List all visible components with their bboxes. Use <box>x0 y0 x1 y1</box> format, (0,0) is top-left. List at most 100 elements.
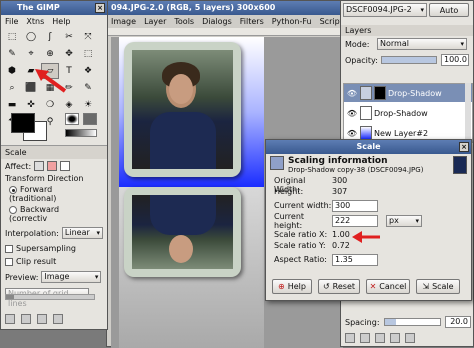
move-icon[interactable]: ⬚ <box>79 46 97 62</box>
clip-checkbox[interactable]: Clip result <box>1 255 107 268</box>
interpolation-label: Interpolation: <box>5 228 59 238</box>
current-height-value: 222 <box>335 215 351 225</box>
save-options-icon[interactable] <box>5 314 15 324</box>
clone-icon[interactable]: ◈ <box>60 97 78 113</box>
layer-thumbnail <box>360 126 372 140</box>
menu-xtns[interactable]: Xtns <box>26 17 44 26</box>
affect-label: Affect: <box>5 161 32 171</box>
current-height-label: Current height: <box>274 211 305 230</box>
delete-options-icon[interactable] <box>37 314 47 324</box>
layers-tab[interactable]: Layers <box>341 25 473 36</box>
gradient-preview[interactable] <box>65 129 97 137</box>
close-icon[interactable]: × <box>459 142 469 152</box>
reset-button[interactable]: ↺ Reset <box>318 279 360 294</box>
menu-image[interactable]: Image <box>111 17 136 26</box>
perspective-icon[interactable]: ❖ <box>79 63 97 79</box>
spacing-slider[interactable] <box>383 318 441 326</box>
layers-list: 👁 Drop-Shadow 👁 Drop-Shadow 👁 New Layer#… <box>343 83 473 143</box>
color-picker-icon[interactable]: ⌖ <box>22 46 40 62</box>
image-window-titlebar[interactable]: 094.JPG-2.0 (RGB, 5 layers) 300x600 <box>107 1 341 15</box>
current-height-input[interactable]: 222 <box>332 214 378 227</box>
close-icon[interactable]: × <box>95 3 105 13</box>
rect-select-icon[interactable]: ⬚ <box>3 29 21 45</box>
free-select-icon[interactable]: ʃ <box>41 29 59 45</box>
scale-button[interactable]: ⇲ Scale <box>416 279 460 294</box>
spacing-input[interactable]: 20.0 <box>445 316 471 328</box>
refresh-brush-icon[interactable] <box>405 333 415 343</box>
scrollbar[interactable] <box>465 83 471 143</box>
horizontal-ruler[interactable] <box>107 28 343 36</box>
brush-pattern-gradient[interactable] <box>65 113 101 141</box>
mode-label: Mode: <box>345 39 370 49</box>
paintbrush-icon[interactable]: ✎ <box>79 80 97 96</box>
menu-file[interactable]: File <box>5 17 18 26</box>
brush-preview[interactable] <box>65 113 79 125</box>
options-footer-icons <box>5 314 63 324</box>
layer-row[interactable]: 👁 Drop-Shadow <box>344 104 472 122</box>
menu-layer[interactable]: Layer <box>144 17 166 26</box>
supersampling-label: Supersampling <box>16 244 76 253</box>
affect-selection-icon[interactable] <box>47 161 58 171</box>
smudge-icon[interactable]: ☀ <box>79 97 97 113</box>
opacity-slider[interactable] <box>381 56 437 64</box>
zoom-icon[interactable]: ⊕ <box>41 46 59 62</box>
edit-brush-icon[interactable] <box>345 333 355 343</box>
image-selector[interactable]: DSCF0094.JPG-2 ▾ <box>343 3 427 17</box>
layer-name: New Layer#2 <box>374 128 429 138</box>
ellipse-select-icon[interactable]: ◯ <box>22 29 40 45</box>
ratio-x-value: 1.00 <box>332 230 350 239</box>
opacity-input[interactable]: 100.0 <box>441 54 469 66</box>
opacity-value: 100.0 <box>444 55 467 64</box>
preview-select[interactable]: Image ▾ <box>41 271 102 283</box>
cancel-button[interactable]: ✕ Cancel <box>366 279 410 294</box>
fuzzy-select-icon[interactable]: ⤧ <box>79 29 97 45</box>
affect-path-icon[interactable] <box>60 161 71 171</box>
red-arrow-annotation <box>352 231 380 243</box>
eye-icon[interactable]: 👁 <box>344 109 360 118</box>
menu-dialogs[interactable]: Dialogs <box>202 17 232 26</box>
menu-python-fu[interactable]: Python-Fu <box>272 17 312 26</box>
cancel-label: Cancel <box>379 282 407 291</box>
scale-dialog-titlebar[interactable]: Scale × <box>266 140 471 154</box>
delete-brush-icon[interactable] <box>390 333 400 343</box>
flip-icon[interactable]: ⌕ <box>3 80 21 96</box>
fg-bg-colors[interactable] <box>9 111 51 145</box>
restore-options-icon[interactable] <box>21 314 31 324</box>
aspect-ratio-input[interactable]: 1.35 <box>332 253 378 266</box>
scissors-select-icon[interactable]: ✂ <box>60 29 78 45</box>
toolbox-window: The GIMP × File Xtns Help ⬚ ◯ ʃ ✂ ⤧ ✎ ⌖ ⊕ ✥ ⬚ ⬢ ▰ ▱ T… <box>0 0 108 330</box>
menu-filters[interactable]: Filters <box>240 17 264 26</box>
unit-select[interactable]: px ▾ <box>386 214 422 227</box>
help-button[interactable]: ⊕ Help <box>272 279 312 294</box>
interpolation-select[interactable]: Linear ▾ <box>61 227 103 239</box>
reset-options-icon[interactable] <box>53 314 63 324</box>
menu-tools[interactable]: Tools <box>174 17 194 26</box>
eye-icon[interactable]: 👁 <box>344 129 360 138</box>
new-brush-icon[interactable] <box>360 333 370 343</box>
scaling-info-subheading: Drop-Shadow copy-38 (DSCF0094.JPG) <box>288 166 424 174</box>
brush-footer-icons <box>345 333 415 343</box>
menu-help[interactable]: Help <box>52 17 70 26</box>
scale-dialog: Scale × Scaling information Drop-Shadow … <box>265 139 472 301</box>
pattern-preview[interactable] <box>83 113 97 125</box>
crop-icon[interactable]: ⬢ <box>3 63 21 79</box>
height-label: Height: <box>274 187 304 196</box>
scale-label: Scale <box>432 282 454 291</box>
ratio-y-value: 0.72 <box>332 241 350 250</box>
backward-radio[interactable]: Backward (correctiv <box>1 204 107 224</box>
mode-select[interactable]: Normal ▾ <box>377 38 467 50</box>
current-width-input[interactable]: 300 <box>332 199 378 212</box>
duplicate-brush-icon[interactable] <box>375 333 385 343</box>
forward-radio[interactable]: Forward (traditional) <box>1 184 107 204</box>
photo-top <box>124 42 241 177</box>
supersampling-checkbox[interactable]: Supersampling <box>1 242 107 255</box>
eye-icon[interactable]: 👁 <box>344 89 360 98</box>
layer-row[interactable]: 👁 Drop-Shadow <box>344 84 472 102</box>
foreground-color-swatch[interactable] <box>11 113 35 133</box>
auto-button[interactable]: Auto <box>429 3 469 17</box>
paths-icon[interactable]: ✎ <box>3 46 21 62</box>
measure-icon[interactable]: ✥ <box>60 46 78 62</box>
affect-layer-icon[interactable] <box>34 161 45 171</box>
grid-slider[interactable] <box>5 294 95 300</box>
toolbox-titlebar[interactable]: The GIMP × <box>1 1 107 15</box>
